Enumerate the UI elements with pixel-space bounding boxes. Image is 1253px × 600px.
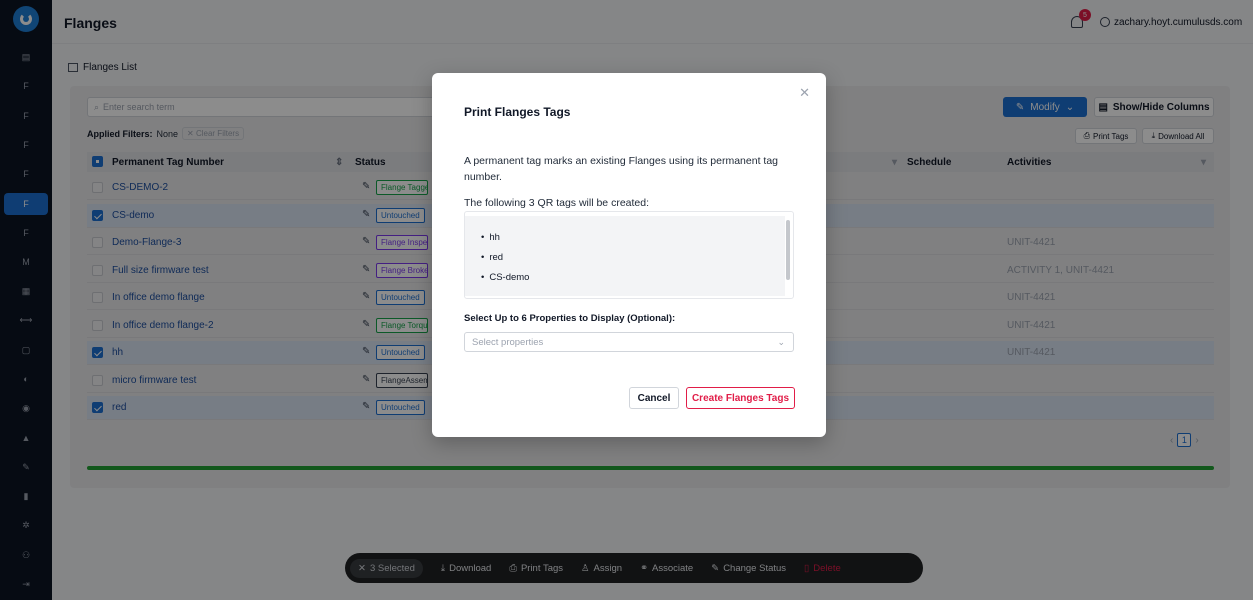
scrollbar[interactable]	[786, 220, 790, 280]
props-label: Select Up to 6 Properties to Display (Op…	[464, 313, 676, 324]
tag-list: hhredCS-demo	[481, 232, 529, 292]
props-placeholder: Select properties	[472, 336, 544, 348]
tag-list-item: hh	[481, 232, 529, 252]
modal-title: Print Flanges Tags	[464, 105, 571, 119]
create-tags-button[interactable]: Create Flanges Tags	[686, 387, 795, 409]
cancel-button[interactable]: Cancel	[629, 387, 679, 409]
tag-list-box[interactable]: hhredCS-demo	[464, 211, 794, 299]
properties-select[interactable]: Select properties ⌄	[464, 332, 794, 352]
chevron-down-icon: ⌄	[777, 337, 785, 347]
modal-description: A permanent tag marks an existing Flange…	[464, 155, 779, 183]
modal-subtitle: The following 3 QR tags will be created:	[464, 197, 650, 209]
tag-list-item: red	[481, 252, 529, 272]
print-tags-modal: ✕ Print Flanges Tags A permanent tag mar…	[432, 73, 826, 437]
close-icon[interactable]: ✕	[799, 85, 810, 101]
tag-list-item: CS-demo	[481, 272, 529, 292]
